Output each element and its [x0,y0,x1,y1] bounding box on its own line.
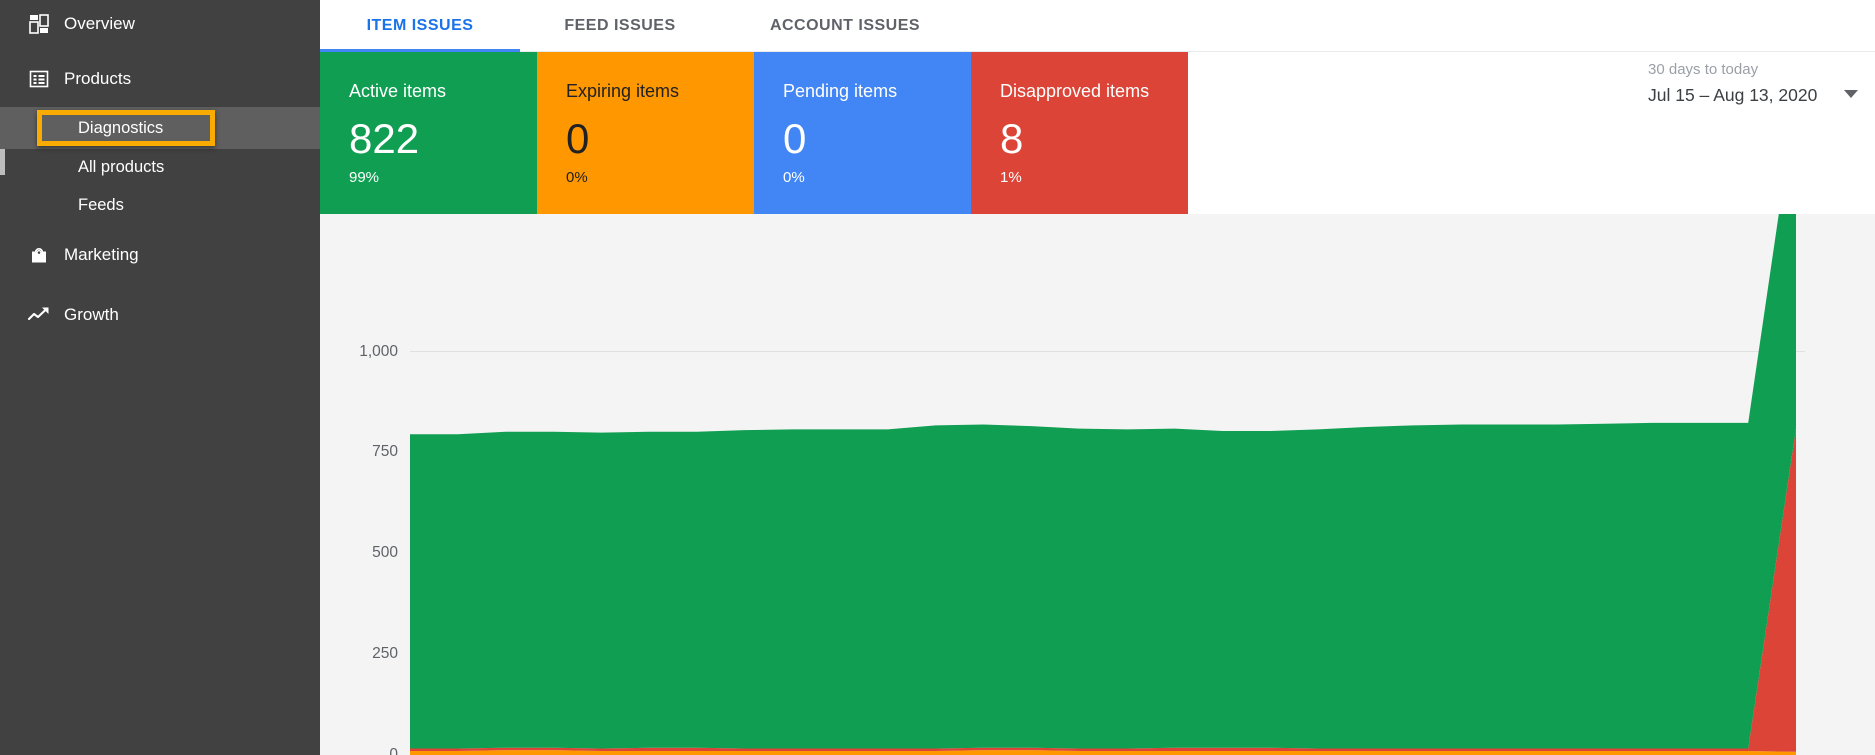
shopping-bag-icon [28,244,50,266]
sidebar-item-label: Diagnostics [78,119,163,138]
date-range-selector[interactable]: 30 days to today Jul 15 – Aug 13, 2020 [1648,60,1858,118]
stacked-area-chart [410,214,1796,755]
kpi-title: Active items [349,80,537,102]
sidebar: Overview Products Diagnostics All produc [0,0,320,755]
sidebar-item-marketing[interactable]: Marketing [0,234,320,276]
kpi-card-active-items[interactable]: Active items 822 99% [320,52,537,214]
kpi-percent: 1% [1000,169,1188,187]
items-over-time-chart: 1,000 750 500 250 0 [320,214,1875,755]
y-axis-tick-500: 500 [320,544,398,562]
kpi-percent: 99% [349,169,537,187]
sidebar-item-label: Marketing [64,245,139,265]
y-axis-tick-0: 0 [320,746,398,755]
tab-item-issues[interactable]: Item issues [320,0,520,52]
sidebar-item-overview[interactable]: Overview [0,3,320,45]
dashboard-icon [28,13,50,35]
tab-bar: Item issues Feed issues Account issues [320,0,1875,52]
sidebar-item-label: Feeds [78,196,124,215]
kpi-value: 0 [566,115,754,163]
kpi-value: 8 [1000,115,1188,163]
diagnostics-page: Overview Products Diagnostics All produc [0,0,1875,755]
sidebar-item-growth[interactable]: Growth [0,294,320,336]
sidebar-item-feeds[interactable]: Feeds [0,184,320,226]
kpi-value: 0 [783,115,971,163]
kpi-value: 822 [349,115,537,163]
tab-feed-issues[interactable]: Feed issues [520,0,720,52]
sidebar-item-label: All products [78,158,164,177]
tab-label: Feed issues [564,17,675,35]
sidebar-item-label: Growth [64,305,119,325]
kpi-card-expiring-items[interactable]: Expiring items 0 0% [537,52,754,214]
kpi-percent: 0% [566,169,754,187]
sidebar-item-diagnostics[interactable]: Diagnostics [0,107,320,149]
kpi-title: Disapproved items [1000,80,1188,102]
main-content: Item issues Feed issues Account issues A… [320,0,1875,755]
trending-up-icon [28,304,50,326]
sidebar-item-label: Overview [64,14,135,34]
tab-label: Account issues [770,17,920,35]
kpi-title: Pending items [783,80,971,102]
y-axis-tick-250: 250 [320,645,398,663]
kpi-title: Expiring items [566,80,754,102]
sidebar-item-label: Products [64,69,131,89]
kpi-percent: 0% [783,169,971,187]
kpi-card-pending-items[interactable]: Pending items 0 0% [754,52,971,214]
list-box-icon [28,68,50,90]
y-axis-tick-1000: 1,000 [320,343,398,361]
tab-account-issues[interactable]: Account issues [720,0,970,52]
chevron-down-icon[interactable] [1844,90,1858,98]
date-range-sublabel: 30 days to today [1648,60,1858,80]
date-range-value: Jul 15 – Aug 13, 2020 [1648,82,1858,108]
kpi-card-disapproved-items[interactable]: Disapproved items 8 1% [971,52,1188,214]
sidebar-item-all-products[interactable]: All products [0,146,320,188]
tab-label: Item issues [367,17,474,35]
chart-plot-area[interactable] [410,214,1796,755]
kpi-card-row: Active items 822 99% Expiring items 0 0%… [320,52,1875,214]
y-axis-tick-750: 750 [320,443,398,461]
sidebar-item-products[interactable]: Products [0,58,320,100]
